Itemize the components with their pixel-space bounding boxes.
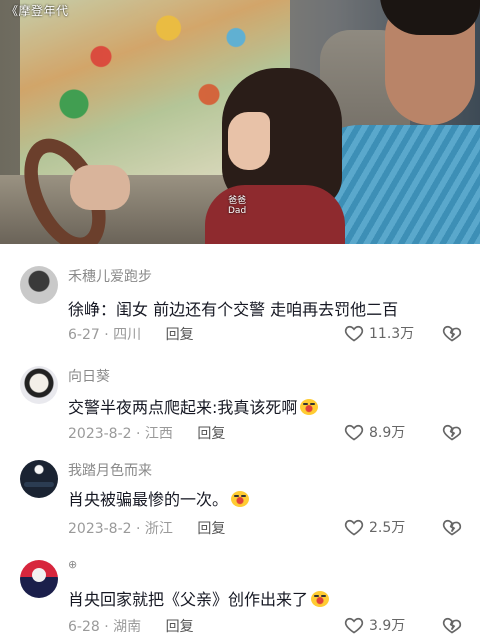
comment-date-location: 2023-8-2 · 浙江 (68, 521, 173, 537)
heart-icon (344, 519, 364, 536)
girl-figure (205, 185, 345, 244)
comment-text: 徐峥：闺女 前边还有个交警 走咱再去罚他二百 (68, 296, 398, 320)
comment-meta: 2023-8-2 · 江西 回复 (68, 423, 225, 443)
comment-meta: 6-27 · 四川 回复 (68, 324, 194, 344)
subtitle-english: Dad (228, 206, 247, 216)
avatar[interactable] (20, 560, 58, 598)
reply-button[interactable]: 回复 (197, 521, 225, 537)
heart-icon (344, 325, 364, 342)
reply-button[interactable]: 回复 (166, 327, 194, 343)
comment-username[interactable]: ⊕ (68, 558, 77, 571)
heart-icon (344, 424, 364, 441)
location-pin-icon: ⊕ (68, 558, 78, 571)
avatar[interactable] (20, 266, 58, 304)
crying-laughing-emoji-icon (300, 399, 319, 415)
comment-text: 肖央回家就把《父亲》创作出来了 (68, 586, 330, 610)
comment-text-body: 肖央被骗最惨的一次。 (68, 490, 229, 509)
broken-heart-icon[interactable] (442, 422, 462, 442)
comment-text-body: 肖央回家就把《父亲》创作出来了 (68, 590, 309, 609)
video-watermark: 《摩登年代 (6, 4, 69, 18)
heart-icon (344, 617, 364, 634)
reply-button[interactable]: 回复 (166, 619, 194, 635)
comment-username[interactable]: 向日葵 (68, 366, 110, 386)
comment-text: 交警半夜两点爬起来:我真该死啊 (68, 394, 319, 418)
like-count: 8.9万 (369, 425, 406, 441)
reply-button[interactable]: 回复 (197, 426, 225, 442)
broken-heart-icon[interactable] (442, 517, 462, 537)
crying-laughing-emoji-icon (311, 591, 330, 607)
broken-heart-icon[interactable] (442, 615, 462, 635)
like-count: 2.5万 (369, 520, 406, 536)
hand (70, 165, 130, 210)
like-button[interactable]: 3.9万 (344, 615, 405, 635)
like-count: 11.3万 (369, 326, 415, 342)
comment-text-body: 交警半夜两点爬起来:我真该死啊 (68, 398, 298, 417)
like-button[interactable]: 2.5万 (344, 517, 405, 537)
comment-date-location: 6-28 · 湖南 (68, 619, 142, 635)
comment-date-location: 2023-8-2 · 江西 (68, 426, 173, 442)
broken-heart-icon[interactable] (442, 323, 462, 343)
avatar[interactable] (20, 460, 58, 498)
comment-username[interactable]: 禾穗儿爱跑步 (68, 266, 152, 286)
comment-date-location: 6-27 · 四川 (68, 327, 142, 343)
comment-text: 肖央被骗最惨的一次。 (68, 486, 250, 510)
comment-meta: 6-28 · 湖南 回复 (68, 616, 194, 636)
comment-username[interactable]: 我踏月色而来 (68, 460, 152, 480)
girl-face (228, 112, 270, 170)
video-frame[interactable]: 《摩登年代 爸爸 Dad (0, 0, 480, 244)
video-subtitle: 爸爸 Dad (228, 196, 246, 216)
like-count: 3.9万 (369, 618, 406, 634)
crying-laughing-emoji-icon (231, 491, 250, 507)
avatar[interactable] (20, 366, 58, 404)
comment-meta: 2023-8-2 · 浙江 回复 (68, 518, 225, 538)
like-button[interactable]: 8.9万 (344, 422, 405, 442)
like-button[interactable]: 11.3万 (344, 323, 414, 343)
subtitle-chinese: 爸爸 (228, 196, 247, 206)
comment-text-body: 徐峥：闺女 前边还有个交警 走咱再去罚他二百 (68, 300, 399, 319)
